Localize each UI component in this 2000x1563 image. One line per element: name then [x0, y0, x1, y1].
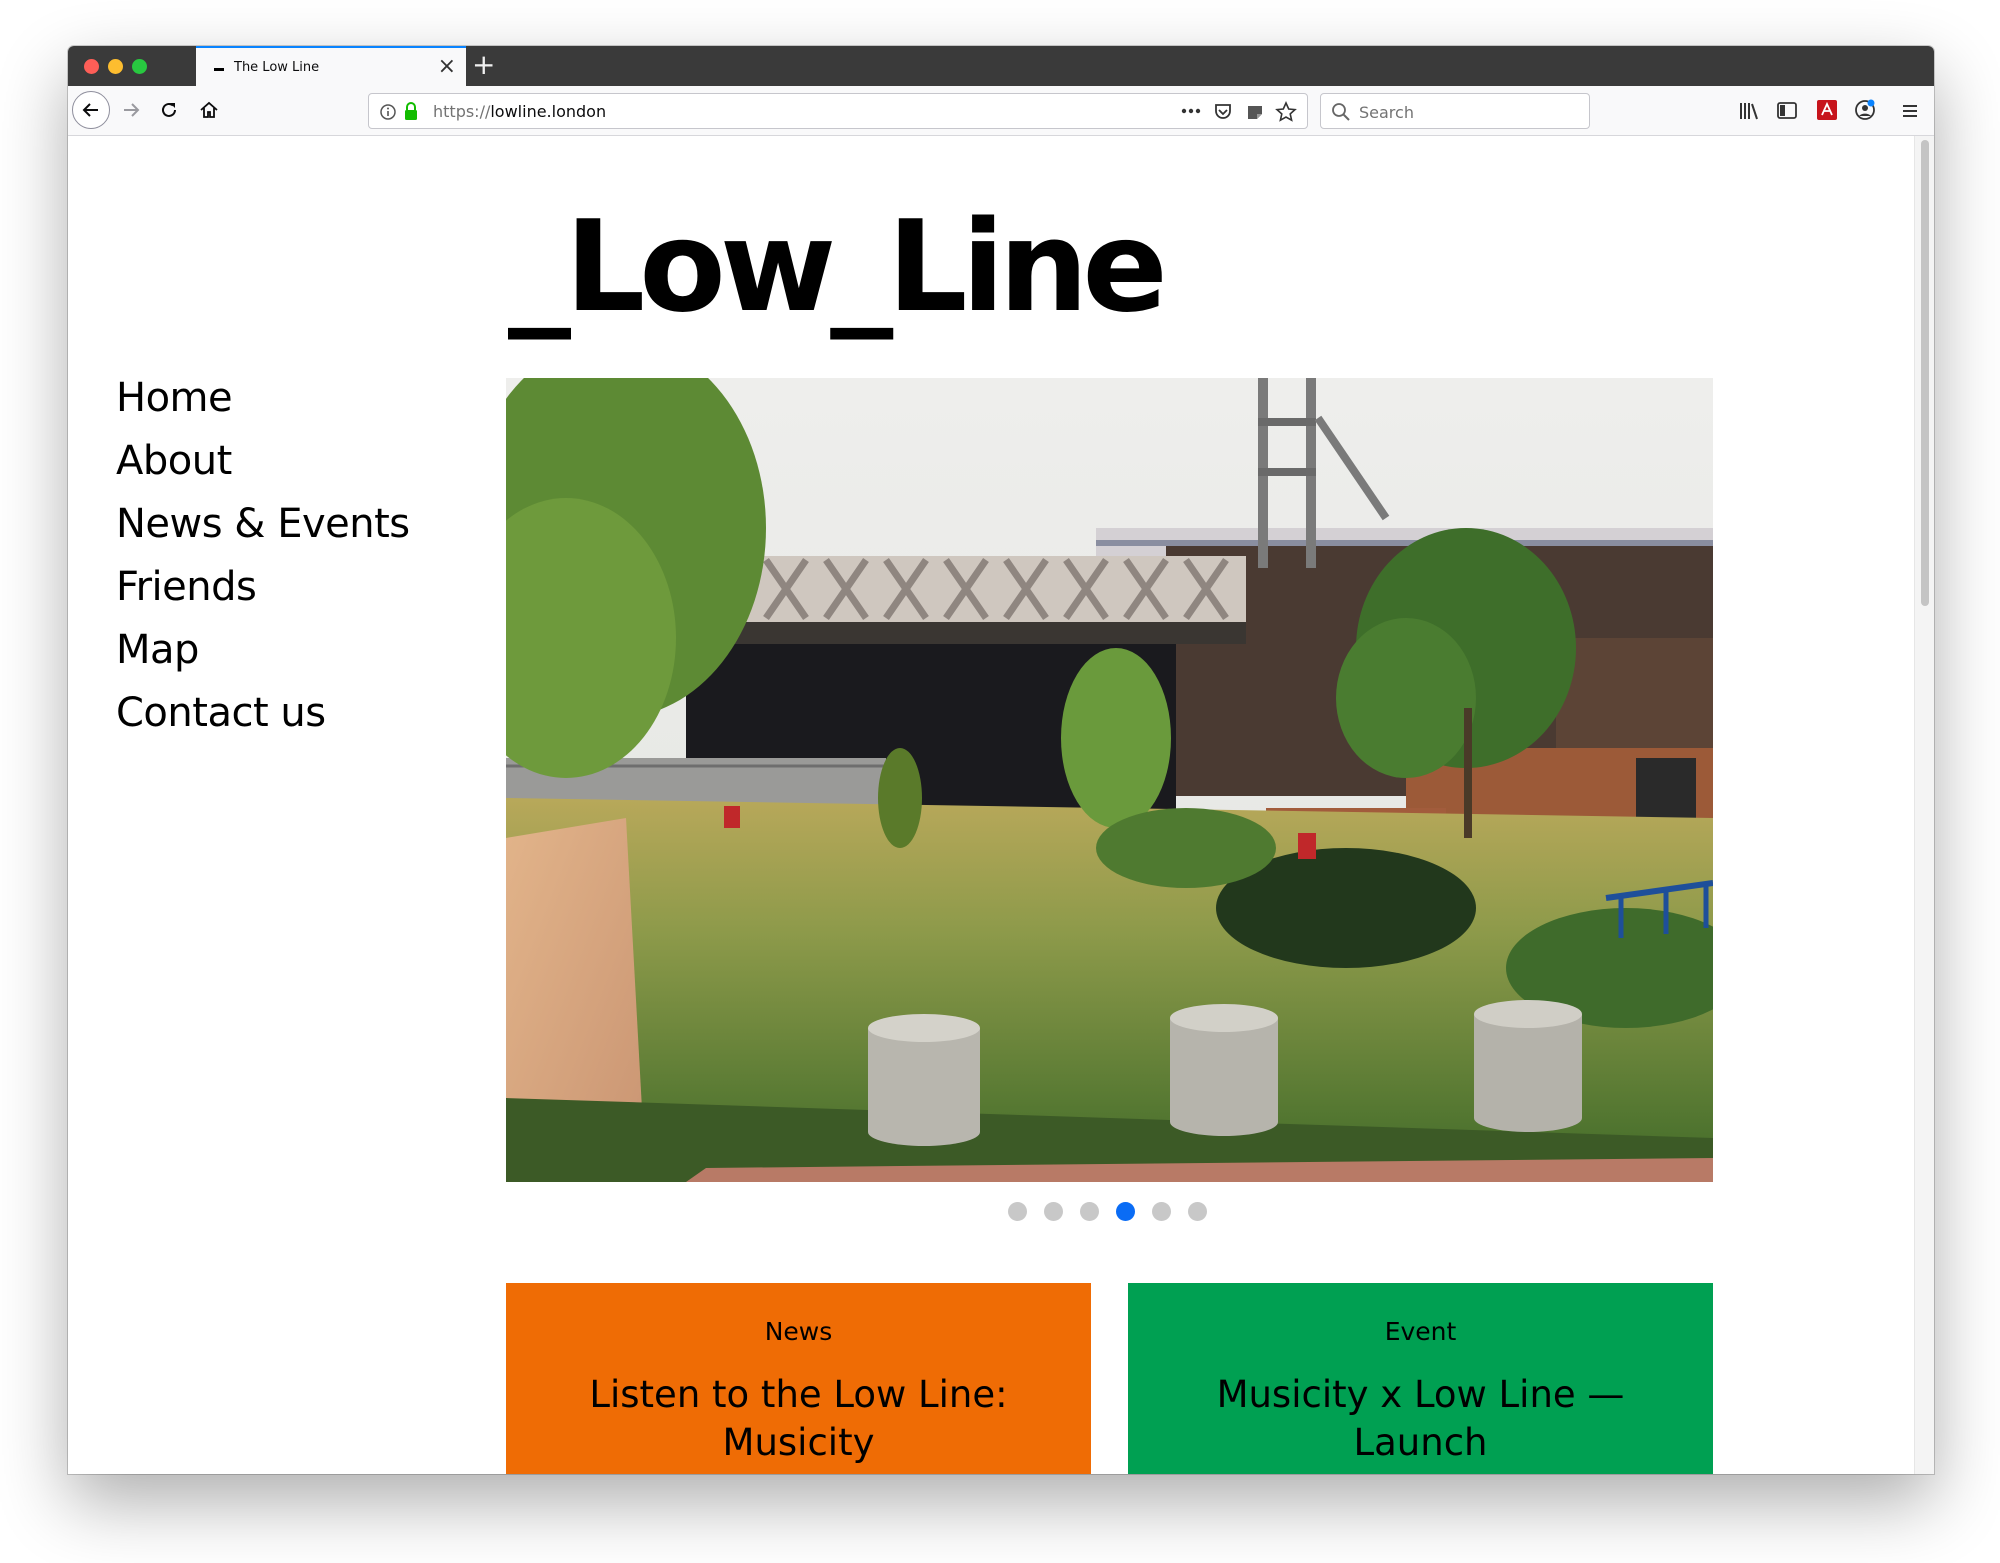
- search-icon: [1332, 103, 1350, 121]
- tab-strip: The Low Line × +: [68, 46, 1934, 86]
- carousel-dot[interactable]: [1044, 1202, 1063, 1221]
- minimize-window-button[interactable]: [108, 59, 123, 74]
- news-card[interactable]: News Listen to the Low Line: Musicity: [506, 1283, 1091, 1474]
- screenshot-icon[interactable]: [1245, 102, 1265, 122]
- nav-item-news-events[interactable]: News & Events: [116, 493, 410, 556]
- site-logo[interactable]: _Low_Line: [508, 204, 1168, 330]
- carousel-dot[interactable]: [1080, 1202, 1099, 1221]
- card-title[interactable]: Musicity x Low Line — Launch: [1148, 1371, 1693, 1467]
- nav-item-contact-us[interactable]: Contact us: [116, 682, 410, 745]
- carousel-dot[interactable]: [1008, 1202, 1027, 1221]
- nav-item-map[interactable]: Map: [116, 619, 410, 682]
- account-icon[interactable]: [1854, 99, 1876, 121]
- search-placeholder: Search: [1359, 103, 1414, 122]
- nav-item-about[interactable]: About: [116, 430, 410, 493]
- search-bar[interactable]: Search: [1320, 93, 1590, 129]
- event-card[interactable]: Event Musicity x Low Line — Launch: [1128, 1283, 1713, 1474]
- info-icon[interactable]: [379, 103, 397, 121]
- page-content: _Low_Line Home About News & Events Frien…: [68, 136, 1934, 1474]
- navigation-toolbar: https://lowline.london Search: [68, 86, 1934, 136]
- forward-button[interactable]: [112, 91, 150, 129]
- tab-title: The Low Line: [234, 60, 320, 75]
- library-icon[interactable]: [1738, 100, 1760, 122]
- hamburger-menu-icon[interactable]: [1900, 101, 1920, 121]
- carousel-dot[interactable]: [1152, 1202, 1171, 1221]
- url-host: lowline.london: [490, 102, 607, 121]
- close-tab-icon[interactable]: ×: [438, 54, 456, 80]
- card-label: Event: [1384, 1317, 1457, 1346]
- back-arrow-icon: [82, 103, 98, 117]
- new-tab-icon[interactable]: +: [472, 49, 495, 81]
- reload-icon: [162, 102, 176, 117]
- reload-button[interactable]: [150, 91, 188, 129]
- carousel-dot[interactable]: [1116, 1202, 1135, 1221]
- main-nav: Home About News & Events Friends Map Con…: [116, 367, 410, 745]
- zoom-window-button[interactable]: [132, 59, 147, 74]
- vertical-scrollbar[interactable]: [1914, 136, 1934, 1474]
- hero-carousel-image[interactable]: [506, 378, 1713, 1182]
- sidebar-icon[interactable]: [1776, 100, 1798, 122]
- bookmark-star-icon[interactable]: [1275, 101, 1297, 123]
- site-favicon-icon: [214, 68, 224, 71]
- url-text[interactable]: https://lowline.london: [433, 102, 606, 121]
- pocket-icon[interactable]: [1213, 102, 1233, 122]
- browser-window: The Low Line × + https://lowline.london: [68, 46, 1934, 1474]
- carousel-dot[interactable]: [1188, 1202, 1207, 1221]
- pdf-extension-icon[interactable]: [1816, 99, 1838, 121]
- browser-tab[interactable]: The Low Line ×: [196, 46, 466, 86]
- home-icon: [200, 101, 218, 118]
- page-actions-icon[interactable]: [1181, 108, 1201, 114]
- nav-item-home[interactable]: Home: [116, 367, 410, 430]
- close-window-button[interactable]: [84, 59, 99, 74]
- lock-icon[interactable]: [403, 101, 419, 121]
- card-title[interactable]: Listen to the Low Line: Musicity: [526, 1371, 1071, 1467]
- railway-park-photo: [506, 378, 1713, 1182]
- card-label: News: [764, 1317, 833, 1346]
- url-bar[interactable]: https://lowline.london: [368, 93, 1308, 129]
- forward-arrow-icon: [124, 103, 140, 117]
- scrollbar-thumb[interactable]: [1921, 140, 1929, 606]
- nav-item-friends[interactable]: Friends: [116, 556, 410, 619]
- back-button[interactable]: [72, 91, 110, 129]
- home-button[interactable]: [190, 91, 228, 129]
- url-protocol: https://: [433, 102, 491, 121]
